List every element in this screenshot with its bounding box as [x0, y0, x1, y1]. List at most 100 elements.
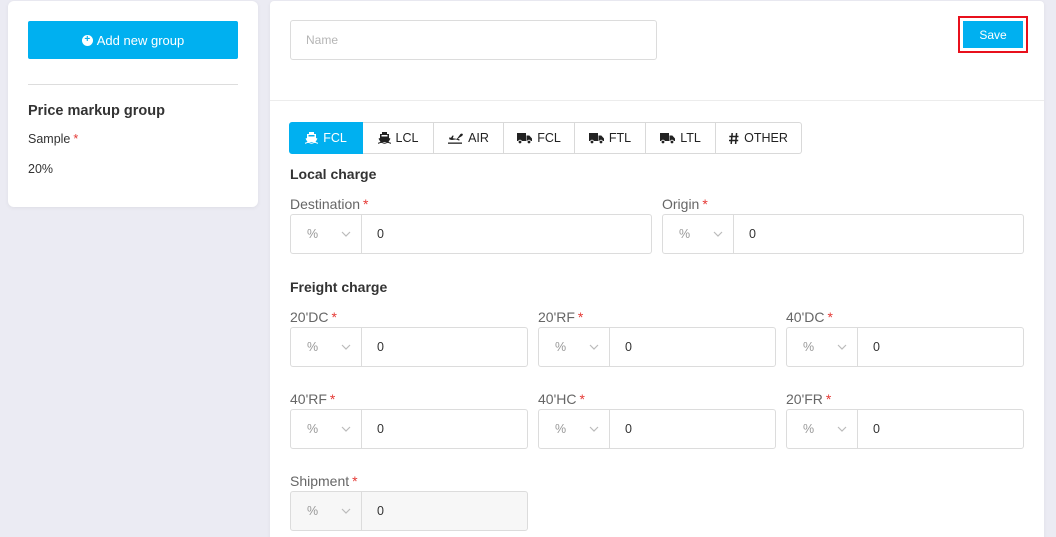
unit-value: %	[307, 340, 319, 354]
40dc-value-input[interactable]: 0	[858, 328, 1023, 366]
tab-label: FTL	[608, 131, 632, 145]
shipment-label: Shipment *	[290, 473, 358, 489]
save-button[interactable]: Save	[963, 21, 1023, 48]
40hc-unit-select[interactable]: %	[539, 410, 610, 448]
save-button-highlight: Save	[958, 16, 1028, 53]
20rf-field: % 0	[538, 327, 776, 367]
group-list-title: Price markup group	[28, 103, 165, 119]
group-editor-panel: Save FCL LCL AIR FCL	[270, 1, 1044, 537]
40rf-field: % 0	[290, 409, 528, 449]
40rf-value-input[interactable]: 0	[362, 410, 527, 448]
tab-fcl-ocean[interactable]: FCL	[289, 122, 363, 154]
hash-icon	[729, 132, 739, 144]
tab-label: LCL	[395, 131, 419, 145]
chevron-down-icon	[341, 231, 351, 237]
20dc-value-input[interactable]: 0	[362, 328, 527, 366]
20fr-field: % 0	[786, 409, 1024, 449]
required-mark: *	[73, 132, 79, 146]
field-label-text: Shipment	[290, 473, 350, 489]
field-label-text: 20'RF	[538, 309, 575, 325]
chevron-down-icon	[713, 231, 723, 237]
required-mark: *	[352, 473, 358, 489]
chevron-down-icon	[589, 344, 599, 350]
destination-field: % 0	[290, 214, 652, 254]
add-new-group-button[interactable]: + Add new group	[28, 21, 238, 59]
required-mark: *	[702, 196, 708, 212]
20dc-label: 20'DC *	[290, 309, 337, 325]
truck-icon	[517, 132, 533, 144]
tab-other[interactable]: OTHER	[716, 122, 802, 154]
required-mark: *	[579, 391, 585, 407]
local-charge-title: Local charge	[290, 166, 377, 182]
40hc-field: % 0	[538, 409, 776, 449]
field-label-text: 40'RF	[290, 391, 327, 407]
required-mark: *	[331, 309, 337, 325]
origin-unit-select[interactable]: %	[663, 215, 734, 253]
tab-fcl-truck[interactable]: FCL	[504, 122, 575, 154]
tab-label: OTHER	[744, 131, 788, 145]
20rf-value-input[interactable]: 0	[610, 328, 775, 366]
tab-lcl[interactable]: LCL	[363, 122, 434, 154]
tab-air[interactable]: AIR	[434, 122, 504, 154]
unit-value: %	[555, 340, 567, 354]
transport-mode-tabs: FCL LCL AIR FCL FTL LTL OTHER	[289, 122, 802, 154]
tab-ltl[interactable]: LTL	[646, 122, 716, 154]
group-item-name[interactable]: Sample *	[28, 132, 78, 146]
field-label-text: 20'DC	[290, 309, 329, 325]
20fr-value-input[interactable]: 0	[858, 410, 1023, 448]
required-mark: *	[363, 196, 369, 212]
group-item-label: Sample	[28, 132, 71, 146]
origin-label: Origin *	[662, 196, 708, 212]
field-label-text: 40'DC	[786, 309, 825, 325]
40dc-unit-select[interactable]: %	[787, 328, 858, 366]
shipment-unit-select[interactable]: %	[291, 492, 362, 530]
chevron-down-icon	[341, 344, 351, 350]
chevron-down-icon	[837, 426, 847, 432]
ship-icon	[377, 132, 391, 144]
field-label-text: 40'HC	[538, 391, 577, 407]
group-item-value: 20%	[28, 162, 54, 176]
destination-unit-select[interactable]: %	[291, 215, 362, 253]
header-divider	[270, 100, 1044, 101]
unit-value: %	[307, 227, 319, 241]
ship-icon	[305, 132, 319, 144]
freight-charge-title: Freight charge	[290, 279, 388, 295]
unit-value: %	[307, 422, 319, 436]
tab-label: FCL	[537, 131, 561, 145]
40dc-label: 40'DC *	[786, 309, 833, 325]
required-mark: *	[329, 391, 336, 407]
chevron-down-icon	[341, 426, 351, 432]
field-label-text: Destination	[290, 196, 361, 212]
plane-icon	[448, 132, 463, 144]
unit-value: %	[307, 504, 319, 518]
tab-label: FCL	[323, 131, 347, 145]
tab-ftl[interactable]: FTL	[575, 122, 646, 154]
20fr-label: 20'FR *	[786, 391, 831, 407]
add-new-group-label: Add new group	[96, 32, 185, 48]
shipment-value-input[interactable]: 0	[362, 492, 527, 530]
origin-value-input[interactable]: 0	[734, 215, 1023, 253]
group-name-input[interactable]	[290, 20, 657, 60]
destination-label: Destination *	[290, 196, 369, 212]
tab-label: AIR	[468, 131, 489, 145]
20dc-field: % 0	[290, 327, 528, 367]
40rf-unit-select[interactable]: %	[291, 410, 362, 448]
truck-icon	[588, 132, 604, 144]
field-label-text: Origin	[662, 196, 700, 212]
20dc-unit-select[interactable]: %	[291, 328, 362, 366]
20fr-unit-select[interactable]: %	[787, 410, 858, 448]
40hc-label: 40'HC *	[538, 391, 585, 407]
unit-value: %	[803, 422, 815, 436]
destination-value-input[interactable]: 0	[362, 215, 651, 253]
shipment-field: % 0	[290, 491, 528, 531]
unit-value: %	[679, 227, 691, 241]
40dc-field: % 0	[786, 327, 1024, 367]
truck-icon	[660, 132, 676, 144]
40hc-value-input[interactable]: 0	[610, 410, 775, 448]
unit-value: %	[555, 422, 567, 436]
origin-field: % 0	[662, 214, 1024, 254]
required-mark: *	[577, 309, 584, 325]
chevron-down-icon	[341, 508, 351, 514]
20rf-unit-select[interactable]: %	[539, 328, 610, 366]
divider	[28, 84, 238, 85]
